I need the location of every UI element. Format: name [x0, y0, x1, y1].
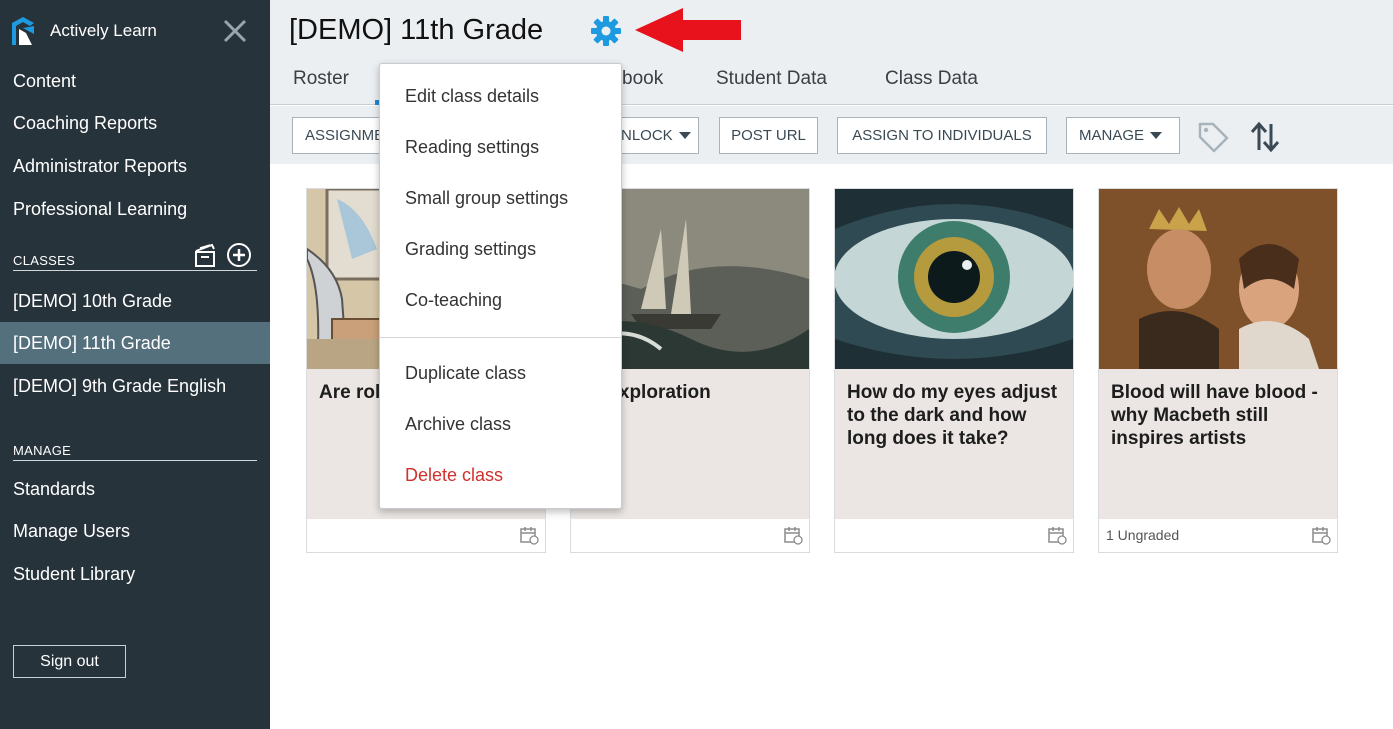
class-item-10th[interactable]: [DEMO] 10th Grade [0, 280, 270, 322]
ungraded-count: 1 Ungraded [1106, 527, 1180, 543]
class-item-11th[interactable]: [DEMO] 11th Grade [0, 322, 270, 364]
tab-class-data[interactable]: Class Data [885, 68, 978, 90]
close-icon[interactable] [220, 16, 250, 46]
calendar-icon[interactable] [783, 525, 803, 545]
nav-administrator-reports[interactable]: Administrator Reports [13, 156, 187, 177]
archive-icon[interactable] [192, 242, 218, 268]
class-settings-menu: Edit class details Reading settings Smal… [379, 63, 622, 509]
assignments-button-label: ASSIGNME [305, 127, 385, 144]
assign-to-individuals-button[interactable]: ASSIGN TO INDIVIDUALS [837, 117, 1047, 154]
nav-manage-users[interactable]: Manage Users [13, 521, 130, 542]
calendar-icon[interactable] [519, 525, 539, 545]
unlock-button-label: NLOCK [621, 127, 673, 144]
brand[interactable]: Actively Learn [10, 14, 157, 48]
card-image [835, 189, 1073, 369]
logo-icon [12, 17, 34, 45]
red-arrow-icon [635, 8, 741, 52]
chevron-down-icon [678, 132, 691, 139]
assign-to-individuals-label: ASSIGN TO INDIVIDUALS [852, 127, 1032, 144]
menu-reading-settings[interactable]: Reading settings [405, 137, 539, 158]
chevron-down-icon [1150, 132, 1163, 139]
manage-button[interactable]: MANAGE [1066, 117, 1180, 154]
card-footer [307, 519, 545, 552]
manage-button-label: MANAGE [1079, 127, 1145, 144]
brand-name: Actively Learn [50, 21, 157, 40]
card-footer: 1 Ungraded [1099, 519, 1337, 552]
nav-student-library[interactable]: Student Library [13, 564, 135, 585]
assignment-card[interactable]: How do my eyes adjust to the dark and ho… [834, 188, 1074, 553]
signout-button[interactable]: Sign out [13, 645, 126, 678]
class-item-9th-english[interactable]: [DEMO] 9th Grade English [0, 365, 270, 407]
card-footer [835, 519, 1073, 552]
card-title: Blood will have blood - why Macbeth stil… [1099, 369, 1337, 519]
tab-student-data[interactable]: Student Data [716, 68, 827, 90]
menu-delete-class[interactable]: Delete class [405, 465, 503, 486]
post-url-button-label: POST URL [731, 127, 806, 144]
sort-icon[interactable] [1248, 120, 1282, 154]
card-title: How do my eyes adjust to the dark and ho… [835, 369, 1073, 519]
tab-gradebook[interactable]: book [622, 68, 663, 90]
menu-small-group-settings[interactable]: Small group settings [405, 188, 568, 209]
menu-divider [380, 337, 621, 338]
nav-coaching-reports[interactable]: Coaching Reports [13, 113, 157, 134]
card-image [1099, 189, 1337, 369]
gear-icon[interactable] [589, 14, 623, 48]
menu-edit-class-details[interactable]: Edit class details [405, 86, 539, 107]
tab-roster[interactable]: Roster [293, 68, 349, 90]
calendar-icon[interactable] [1047, 525, 1067, 545]
menu-archive-class[interactable]: Archive class [405, 414, 511, 435]
menu-duplicate-class[interactable]: Duplicate class [405, 363, 526, 384]
calendar-icon[interactable] [1311, 525, 1331, 545]
nav-standards[interactable]: Standards [13, 479, 95, 500]
menu-co-teaching[interactable]: Co-teaching [405, 290, 502, 311]
sidebar: Actively Learn Content Coaching Reports … [0, 0, 270, 729]
assignment-card[interactable]: Blood will have blood - why Macbeth stil… [1098, 188, 1338, 553]
nav-professional-learning[interactable]: Professional Learning [13, 199, 187, 220]
menu-grading-settings[interactable]: Grading settings [405, 239, 536, 260]
tag-icon[interactable] [1196, 120, 1230, 154]
unlock-button[interactable]: NLOCK [610, 117, 699, 154]
add-circle-icon[interactable] [226, 242, 252, 268]
page-title: [DEMO] 11th Grade [289, 14, 544, 46]
classes-actions [192, 242, 252, 268]
nav-content[interactable]: Content [13, 71, 76, 92]
post-url-button[interactable]: POST URL [719, 117, 818, 154]
card-footer [571, 519, 809, 552]
manage-heading: MANAGE [13, 443, 257, 461]
